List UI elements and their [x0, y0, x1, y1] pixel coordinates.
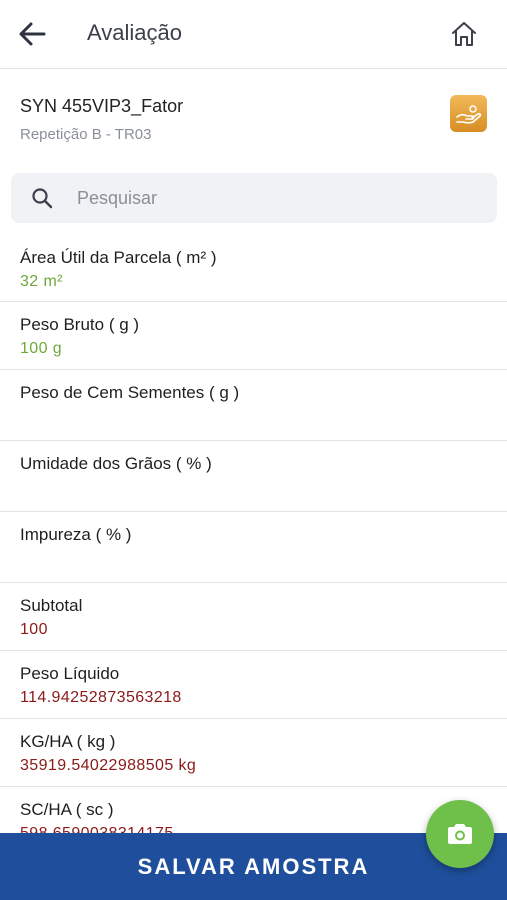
field-label: Impureza ( % )	[20, 525, 132, 544]
field-area-util[interactable]: Área Útil da Parcela ( m² ) 32 m²	[0, 235, 507, 302]
field-label: Peso Bruto ( g )	[20, 315, 140, 334]
field-label: SC/HA ( sc )	[20, 800, 114, 819]
home-button[interactable]	[446, 16, 482, 52]
field-value: 100 g	[20, 340, 63, 357]
app-header: Avaliação	[0, 0, 507, 69]
sample-subtitle: Repetição B - TR03	[20, 126, 152, 143]
field-kg-ha[interactable]: KG/HA ( kg ) 35919.54022988505 kg	[0, 719, 507, 787]
field-peso-liquido[interactable]: Peso Líquido 114.94252873563218	[0, 651, 507, 719]
search-icon	[32, 188, 53, 209]
field-subtotal[interactable]: Subtotal 100	[0, 583, 507, 651]
page-title: Avaliação	[87, 20, 182, 45]
sample-name: SYN 455VIP3_Fator	[20, 96, 184, 116]
field-value: 598.6590038314175	[20, 825, 174, 833]
home-icon	[452, 22, 476, 46]
camera-icon	[448, 824, 472, 844]
field-peso-cem-sementes[interactable]: Peso de Cem Sementes ( g )	[0, 370, 507, 441]
field-label: Peso Líquido	[20, 664, 120, 683]
sample-action-button[interactable]	[450, 95, 487, 132]
field-value: 100	[20, 621, 48, 638]
field-label: Subtotal	[20, 596, 83, 615]
field-label: Área Útil da Parcela ( m² )	[20, 248, 217, 267]
camera-button[interactable]	[426, 800, 494, 868]
field-label: KG/HA ( kg )	[20, 732, 116, 751]
search-input[interactable]	[77, 181, 477, 215]
search-bar	[11, 173, 497, 223]
field-value: 35919.54022988505 kg	[20, 757, 197, 774]
field-list[interactable]: Área Útil da Parcela ( m² ) 32 m² Peso B…	[0, 235, 507, 833]
field-value: 32 m²	[20, 273, 63, 290]
arrow-left-icon	[19, 22, 46, 46]
field-impureza[interactable]: Impureza ( % )	[0, 512, 507, 583]
sample-info: SYN 455VIP3_Fator Repetição B - TR03	[0, 70, 507, 166]
back-button[interactable]	[14, 16, 50, 52]
field-label: Umidade dos Grãos ( % )	[20, 454, 212, 473]
save-sample-label: SALVAR AMOSTRA	[137, 853, 370, 879]
field-umidade-graos[interactable]: Umidade dos Grãos ( % )	[0, 441, 507, 512]
field-peso-bruto[interactable]: Peso Bruto ( g ) 100 g	[0, 302, 507, 370]
field-value: 114.94252873563218	[20, 689, 182, 706]
field-label: Peso de Cem Sementes ( g )	[20, 383, 240, 402]
hand-icon	[455, 104, 481, 124]
